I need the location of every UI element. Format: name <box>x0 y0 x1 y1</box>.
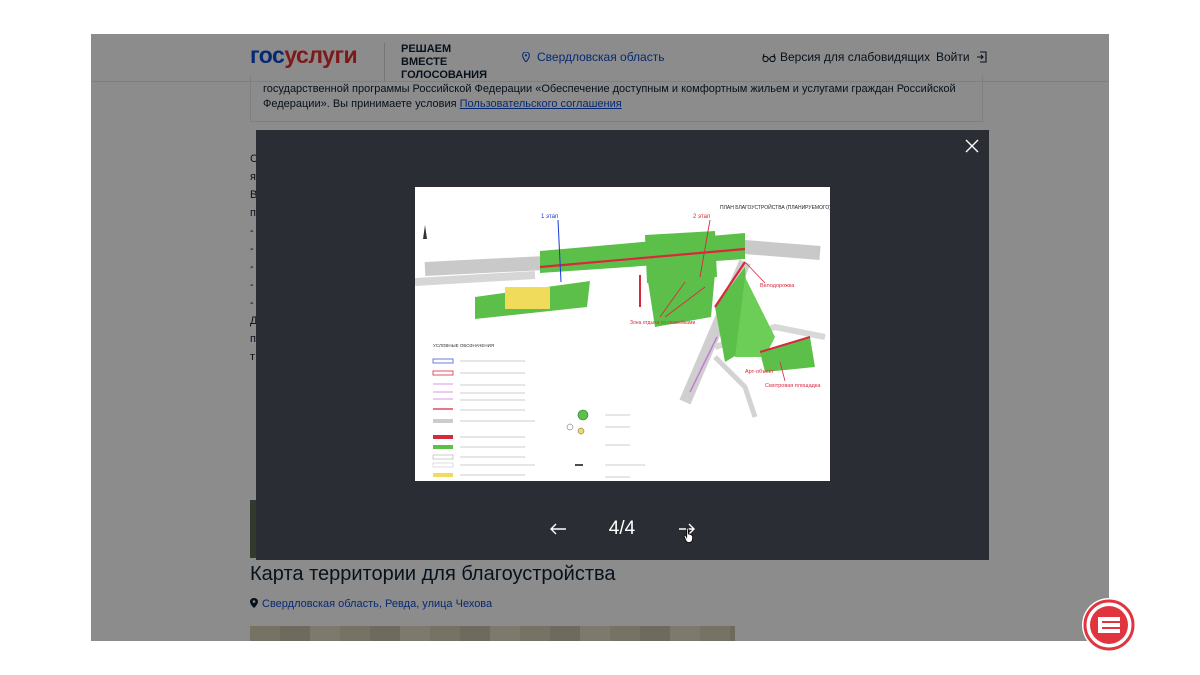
svg-text:Смотровая площадка: Смотровая площадка <box>765 383 821 389</box>
svg-text:УСЛОВНЫЕ ОБОЗНАЧЕНИЯ: УСЛОВНЫЕ ОБОЗНАЧЕНИЯ <box>433 343 494 348</box>
svg-text:Зона отдыха со скамейками: Зона отдыха со скамейками <box>630 319 695 326</box>
channel-logo-badge <box>1082 598 1136 652</box>
image-counter: 4/4 <box>608 518 636 539</box>
svg-text:ПЛАН БЛАГОУСТРОЙСТВА (ПЛАНИРУЕ: ПЛАН БЛАГОУСТРОЙСТВА (ПЛАНИРУЕМОГО) <box>720 203 830 211</box>
arrow-left-icon[interactable] <box>548 522 568 536</box>
svg-text:2 этап: 2 этап <box>693 214 710 220</box>
svg-text:Арт-объект: Арт-объект <box>745 369 774 375</box>
image-pager: 4/4 <box>256 518 989 542</box>
svg-text:Велодорожка: Велодорожка <box>760 283 795 289</box>
svg-text:1 этап: 1 этап <box>541 214 558 220</box>
browser-viewport: госуслуги РЕШАЕМ ВМЕСТЕ ГОЛОСОВАНИЯ Свер… <box>91 34 1109 641</box>
close-icon[interactable] <box>963 137 981 155</box>
image-viewer-modal: ПЛАН БЛАГОУСТРОЙСТВА (ПЛАНИРУЕМОГО) 1 эт… <box>256 130 989 560</box>
hand-cursor-icon <box>683 527 693 543</box>
improvement-plan-image: ПЛАН БЛАГОУСТРОЙСТВА (ПЛАНИРУЕМОГО) 1 эт… <box>415 187 830 481</box>
